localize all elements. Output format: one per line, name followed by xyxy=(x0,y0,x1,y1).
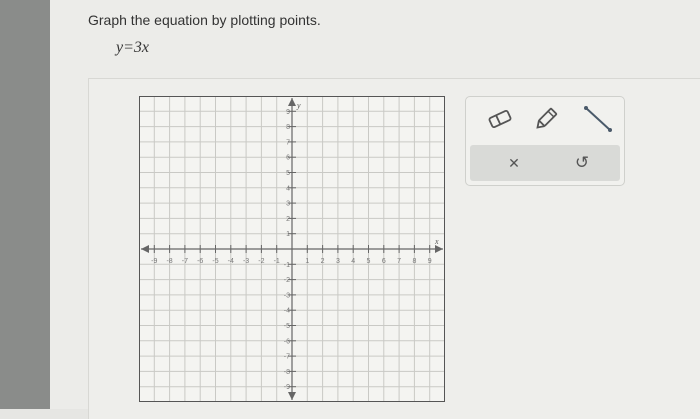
action-bar: ✕ ↺ xyxy=(470,145,620,181)
question-prompt: Graph the equation by plotting points. xyxy=(88,12,321,28)
eraser-tool-button[interactable] xyxy=(484,103,516,135)
y-tick-label: 8 xyxy=(286,124,290,131)
coordinate-graph[interactable]: -9 -8 -7 -6 -5 -4 -3 -2 -1 1 2 3 4 5 6 7 8 9 9 8 7 6 5 4 3 2 1 -1 -2… xyxy=(139,96,445,402)
y-tick-label: -9 xyxy=(284,384,290,391)
x-tick-label: -2 xyxy=(258,258,264,265)
x-tick-label: 1 xyxy=(305,258,309,265)
undo-button[interactable]: ↺ xyxy=(566,147,598,179)
x-tick-label: 4 xyxy=(351,258,355,265)
x-tick-label: -6 xyxy=(197,258,203,265)
y-tick-label: 5 xyxy=(286,170,290,177)
pencil-tool-button[interactable] xyxy=(530,103,562,135)
left-sidebar-strip xyxy=(0,0,50,409)
y-tick-label: -4 xyxy=(284,308,290,315)
close-icon: ✕ xyxy=(508,154,520,171)
y-tick-label: -5 xyxy=(284,323,290,330)
x-axis-label: x xyxy=(434,237,439,246)
y-tick-label: 1 xyxy=(286,231,290,238)
y-tick-label: 2 xyxy=(286,216,290,223)
x-tick-label: -8 xyxy=(166,258,172,265)
undo-icon: ↺ xyxy=(574,153,590,172)
x-tick-label: 9 xyxy=(428,258,432,265)
x-tick-label: 2 xyxy=(321,258,325,265)
y-axis-label: y xyxy=(296,101,301,110)
y-tick-label: 6 xyxy=(286,155,290,162)
line-tool-button[interactable] xyxy=(582,103,614,135)
y-tick-label: -6 xyxy=(284,338,290,345)
x-tick-label: -5 xyxy=(212,258,218,265)
x-tick-label: 6 xyxy=(382,258,386,265)
y-tick-label: 7 xyxy=(286,139,290,146)
y-tick-label: 3 xyxy=(286,201,290,208)
eraser-icon xyxy=(488,110,512,128)
y-tick-label: -8 xyxy=(284,369,290,376)
x-tick-label: -4 xyxy=(228,258,234,265)
y-tick-label: 9 xyxy=(286,109,290,116)
y-tick-label: 4 xyxy=(286,185,290,192)
x-tick-label: 8 xyxy=(412,258,416,265)
x-tick-label: -7 xyxy=(182,258,188,265)
line-tool-icon xyxy=(584,106,612,132)
y-tick-label: -2 xyxy=(284,277,290,284)
x-tick-label: 7 xyxy=(397,258,401,265)
y-tick-label: -7 xyxy=(284,354,290,361)
clear-button[interactable]: ✕ xyxy=(498,147,530,179)
pencil-icon xyxy=(536,107,558,129)
x-tick-label: -3 xyxy=(243,258,249,265)
y-tick-label: -1 xyxy=(284,262,290,269)
y-tick-label: -3 xyxy=(284,292,290,299)
x-tick-label: -1 xyxy=(274,258,280,265)
x-tick-label: -9 xyxy=(151,258,157,265)
x-tick-label: 3 xyxy=(336,258,340,265)
equation-text: y=3x xyxy=(116,39,149,56)
drawing-toolbox: ✕ ↺ xyxy=(465,96,625,186)
x-tick-label: 5 xyxy=(367,258,371,265)
